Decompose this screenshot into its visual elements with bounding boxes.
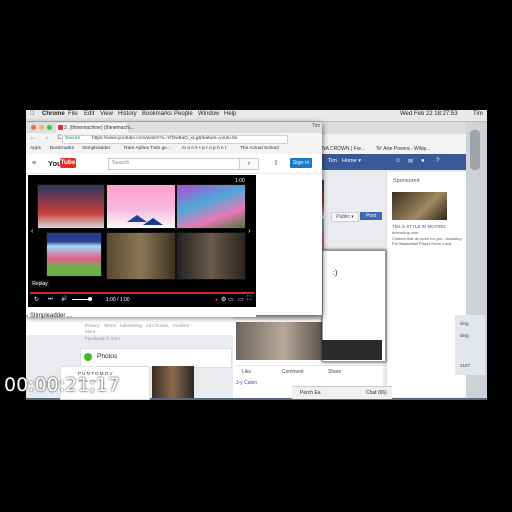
- bookmark-arte-povera[interactable]: 'Ib' Arte Povera - Wikip...: [376, 146, 430, 152]
- youtube-tab[interactable]: 3. (thinemachine) (thinemachi...: [56, 123, 134, 133]
- photos-label: Photos: [97, 353, 118, 360]
- menu-chrome[interactable]: Chrome: [42, 111, 65, 117]
- menu-clock[interactable]: Wed Feb 22 18:27:53: [400, 111, 458, 117]
- minimize-icon[interactable]: [39, 125, 44, 130]
- end-screen-video[interactable]: [176, 184, 246, 229]
- audience-selector[interactable]: Public ▾: [331, 212, 359, 222]
- search-placeholder: Search: [112, 160, 130, 166]
- side-item[interactable]: ding: [460, 333, 469, 338]
- tab-label: 3. (thinemachine) (thinemachi...: [64, 125, 135, 131]
- menu-icon[interactable]: ≡: [32, 160, 36, 167]
- side-panel: ding ding 2187: [455, 315, 485, 375]
- video-duration-badge: 1:00: [234, 178, 246, 184]
- url-text[interactable]: https://www.youtube.com/watch?v=YfOw8aO_…: [92, 136, 238, 141]
- volume-knob[interactable]: [88, 297, 92, 301]
- end-screen-video[interactable]: [37, 184, 105, 229]
- skip-next-icon[interactable]: ⏭: [48, 296, 53, 302]
- video-title: Stimpleadder ...: [30, 313, 73, 319]
- document-video-strip: [322, 340, 382, 360]
- side-item: 2187: [460, 363, 471, 368]
- ad-image[interactable]: [392, 192, 447, 220]
- facebook-navbar: Tim Home ▾ ☺ ✉ ● ?: [300, 154, 466, 170]
- chevron-right-icon[interactable]: ›: [248, 228, 250, 235]
- fb-help-icon[interactable]: ?: [436, 158, 439, 164]
- menu-window[interactable]: Window: [198, 111, 219, 117]
- search-icon[interactable]: ⌕: [239, 158, 259, 170]
- like-button[interactable]: Like: [242, 369, 251, 375]
- upload-icon[interactable]: ⇧: [273, 159, 279, 167]
- fb-messages-icon[interactable]: ✉: [408, 158, 413, 165]
- player-controls: ↻ ⏭ 🔊 1:00 / 1:00 ● ⚙ ▭ ▭ ⛶: [28, 294, 256, 307]
- commenter-name[interactable]: J-y Calen: [236, 380, 257, 386]
- ad-text: Clothes that do more for you - featuring…: [392, 236, 462, 246]
- ad-domain: tereoshop.com: [392, 230, 419, 235]
- maximize-icon[interactable]: [47, 125, 52, 130]
- bookmark-actual-school[interactable]: The Actual School: [240, 146, 279, 151]
- apple-menu-icon[interactable]: : [30, 111, 35, 117]
- bookmark-aphex-twin[interactable]: Rare Aphex Twin ge...: [124, 146, 171, 151]
- menu-view[interactable]: View: [100, 111, 113, 117]
- sponsored-label: Sponsored: [393, 178, 420, 184]
- miniplayer-icon[interactable]: ▭: [228, 296, 234, 303]
- time-display: 1:00 / 1:00: [106, 297, 130, 303]
- chat-label[interactable]: Chat (66): [366, 390, 387, 396]
- fb-friends-icon[interactable]: ☺: [395, 158, 401, 164]
- replay-icon[interactable]: ↻: [34, 296, 39, 303]
- timecode-overlay: 00:00:21;17: [4, 374, 120, 396]
- sign-in-button[interactable]: Sign in: [290, 158, 312, 168]
- youtube-logo-tube[interactable]: Tube: [60, 158, 76, 168]
- footer-copyright: Facebook © 2017: [85, 336, 121, 341]
- bookmark-stimpleadder[interactable]: Stimpleadder: [82, 146, 110, 151]
- share-button[interactable]: Share: [328, 369, 341, 375]
- mac-menu-bar:  Chrome File Edit View History Bookmark…: [26, 110, 487, 122]
- menu-edit[interactable]: Edit: [84, 111, 94, 117]
- document-text: :): [333, 270, 338, 277]
- nav-buttons[interactable]: ← → C: [30, 135, 65, 141]
- chat-contact[interactable]: Perch Ea: [300, 390, 321, 396]
- menu-bookmarks[interactable]: Bookmarks: [142, 111, 172, 117]
- fullscreen-icon[interactable]: ⛶: [247, 296, 251, 303]
- live-thumbnail[interactable]: [152, 366, 194, 398]
- volume-icon[interactable]: 🔊: [61, 296, 67, 302]
- photos-icon: [84, 353, 92, 361]
- end-screen-video[interactable]: [106, 184, 176, 229]
- fb-notifications-icon[interactable]: ●: [421, 158, 425, 164]
- theater-icon[interactable]: ▭: [238, 296, 244, 303]
- secure-indicator[interactable]: Secure: [65, 136, 80, 141]
- menu-file[interactable]: File: [68, 111, 78, 117]
- replay-tooltip: Replay: [30, 280, 50, 288]
- youtube-favicon-icon: [58, 125, 63, 130]
- fb-nav-home[interactable]: Home ▾: [342, 158, 361, 164]
- end-screen-video[interactable]: [106, 232, 176, 280]
- settings-icon[interactable]: ⚙: [221, 296, 226, 303]
- end-screen-video[interactable]: [176, 232, 246, 280]
- post-actions: Like Comment Share: [236, 365, 383, 378]
- ad-title[interactable]: This is STYLE IN MOTION: [392, 224, 446, 229]
- side-item[interactable]: ding: [460, 321, 469, 326]
- menu-help[interactable]: Help: [224, 111, 236, 117]
- chat-bar[interactable]: Perch Ea Chat (66): [292, 386, 392, 399]
- fb-nav-profile[interactable]: Tim: [328, 158, 337, 164]
- feed-post-video[interactable]: [236, 322, 330, 360]
- menu-people[interactable]: People: [174, 111, 193, 117]
- footer-links[interactable]: Privacy · Terms · Advertising · Ad Choic…: [85, 323, 195, 335]
- end-screen-video[interactable]: [46, 232, 102, 277]
- cc-icon[interactable]: ●: [215, 297, 218, 303]
- menu-history[interactable]: History: [118, 111, 137, 117]
- bookmark-bookmarks[interactable]: Bookmarks: [50, 146, 74, 151]
- post-button[interactable]: Post: [360, 212, 382, 220]
- scrollbar-thumb[interactable]: [470, 130, 480, 170]
- chrome-profile[interactable]: Tim: [312, 123, 320, 129]
- chevron-left-icon[interactable]: ‹: [31, 228, 33, 235]
- search-input[interactable]: Search: [108, 158, 240, 170]
- bookmark-monk-prophet[interactable]: m o n k • p r o p h e t: [182, 146, 226, 151]
- comment-button[interactable]: Comment: [282, 369, 304, 375]
- bookmark-na-crown[interactable]: NA CROWN | Fre...: [322, 146, 365, 152]
- bookmark-apps[interactable]: Apps: [30, 146, 41, 151]
- close-icon[interactable]: [31, 125, 36, 130]
- menu-user[interactable]: Tim: [473, 111, 483, 117]
- mountain-shape: [143, 218, 163, 225]
